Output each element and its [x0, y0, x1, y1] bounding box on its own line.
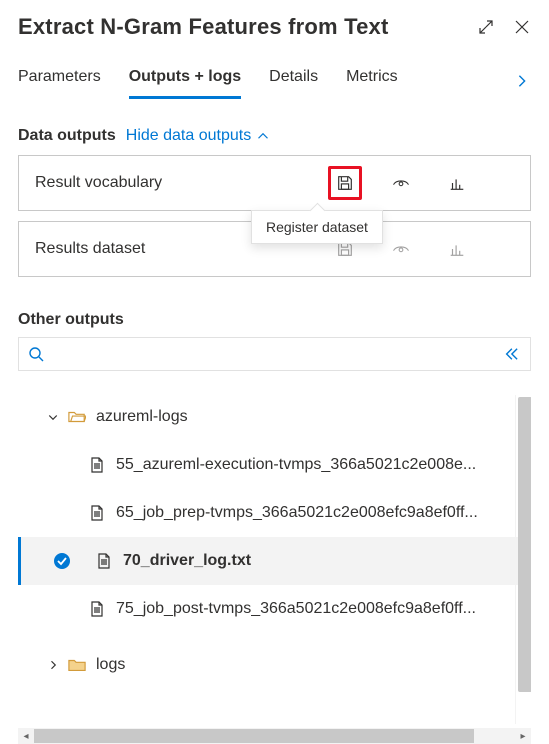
- tab-outputs-logs[interactable]: Outputs + logs: [129, 62, 241, 99]
- tab-details[interactable]: Details: [269, 62, 318, 99]
- data-outputs-heading: Data outputs: [18, 127, 116, 145]
- tooltip: Register dataset: [251, 210, 383, 244]
- tab-metrics[interactable]: Metrics: [346, 62, 398, 99]
- eye-icon: [391, 173, 411, 193]
- file-name: 75_job_post-tvmps_366a5021c2e008efc9a8ef…: [116, 600, 476, 618]
- folder-name: azureml-logs: [96, 408, 188, 426]
- scroll-right-icon[interactable]: ▸: [515, 728, 531, 744]
- file-icon: [88, 456, 106, 474]
- card-label: Result vocabulary: [35, 174, 245, 192]
- data-output-card: Result vocabulary: [18, 155, 531, 211]
- file-icon: [88, 504, 106, 522]
- preview-button[interactable]: [384, 232, 418, 266]
- hide-link-label: Hide data outputs: [126, 127, 251, 145]
- chevron-down-icon[interactable]: [44, 411, 62, 423]
- register-dataset-button[interactable]: [328, 166, 362, 200]
- save-icon: [336, 174, 354, 192]
- selected-check-icon: [53, 552, 71, 570]
- tab-parameters[interactable]: Parameters: [18, 62, 101, 99]
- tree-folder-row[interactable]: azureml-logs: [18, 393, 531, 441]
- file-icon: [88, 600, 106, 618]
- page-title: Extract N-Gram Features from Text: [18, 14, 477, 40]
- file-icon: [95, 552, 113, 570]
- file-tree: azureml-logs 55_azureml-execution-tvmps_…: [18, 393, 531, 744]
- card-label: Results dataset: [35, 240, 245, 258]
- visualize-button[interactable]: [440, 232, 474, 266]
- folder-icon: [68, 656, 86, 674]
- preview-button[interactable]: [384, 166, 418, 200]
- tree-file-row[interactable]: 75_job_post-tvmps_366a5021c2e008efc9a8ef…: [18, 585, 531, 633]
- visualize-button[interactable]: [440, 166, 474, 200]
- search-icon[interactable]: [27, 345, 45, 363]
- scrollbar-thumb[interactable]: [518, 397, 531, 692]
- folder-name: logs: [96, 656, 125, 674]
- search-bar: [18, 337, 531, 371]
- horizontal-scrollbar[interactable]: ◂ ▸: [18, 728, 531, 744]
- search-input[interactable]: [51, 345, 494, 363]
- scroll-left-icon[interactable]: ◂: [18, 728, 34, 744]
- tab-bar: Parameters Outputs + logs Details Metric…: [18, 48, 531, 99]
- bar-chart-icon: [448, 174, 466, 192]
- tree-file-row[interactable]: 65_job_prep-tvmps_366a5021c2e008efc9a8ef…: [18, 489, 531, 537]
- tabs-overflow-icon[interactable]: [513, 72, 531, 90]
- hide-data-outputs-link[interactable]: Hide data outputs: [126, 127, 269, 145]
- file-name: 65_job_prep-tvmps_366a5021c2e008efc9a8ef…: [116, 504, 478, 522]
- tree-file-row[interactable]: 70_driver_log.txt: [18, 537, 531, 585]
- eye-icon: [391, 239, 411, 259]
- file-name: 70_driver_log.txt: [123, 552, 251, 570]
- bar-chart-icon: [448, 240, 466, 258]
- scrollbar-thumb[interactable]: [34, 729, 474, 743]
- folder-open-icon: [68, 408, 86, 426]
- expand-icon[interactable]: [477, 18, 495, 36]
- tree-file-row[interactable]: 55_azureml-execution-tvmps_366a5021c2e00…: [18, 441, 531, 489]
- chevron-right-icon[interactable]: [44, 659, 62, 671]
- chevron-up-icon: [257, 130, 269, 142]
- tree-folder-row[interactable]: logs: [18, 641, 531, 689]
- close-icon[interactable]: [513, 18, 531, 36]
- collapse-all-icon[interactable]: [500, 343, 522, 365]
- other-outputs-heading: Other outputs: [18, 311, 531, 329]
- file-name: 55_azureml-execution-tvmps_366a5021c2e00…: [116, 456, 476, 474]
- vertical-scrollbar[interactable]: [515, 395, 531, 724]
